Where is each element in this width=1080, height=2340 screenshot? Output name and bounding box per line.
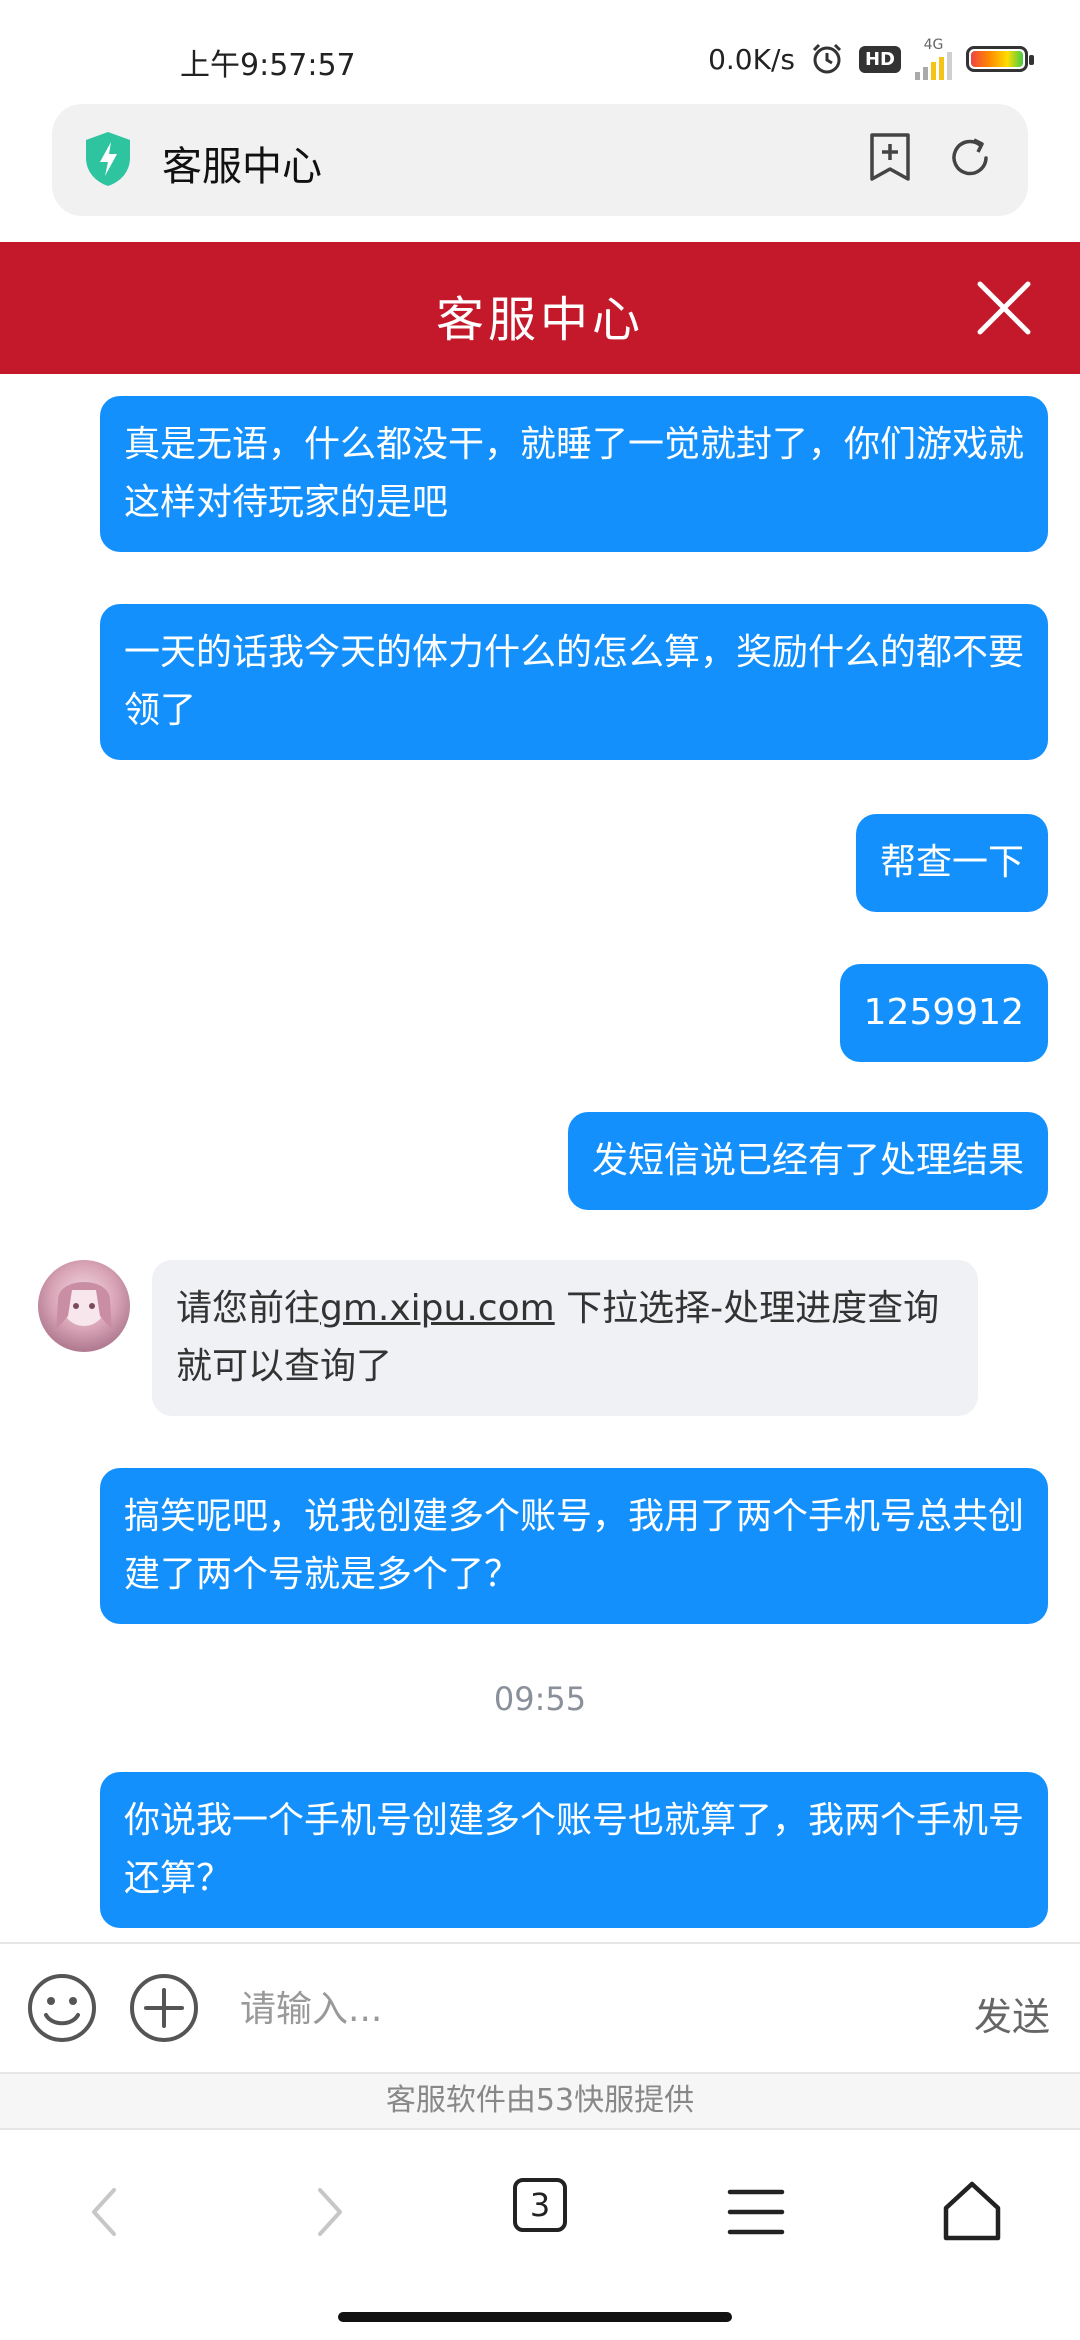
address-bar[interactable]: 客服中心 <box>52 104 1028 216</box>
add-bookmark-icon[interactable] <box>867 132 913 182</box>
powered-by-text: 客服软件由53快服提供 <box>0 2072 1080 2130</box>
menu-icon[interactable] <box>716 2172 796 2252</box>
message-text: 真是无语，什么都没干，就睡了一觉就封了，你们游戏就这样对待玩家的是吧 <box>124 424 1025 523</box>
net-speed: 0.0K/s <box>708 42 795 76</box>
tab-count-button[interactable]: 3 <box>513 2178 567 2232</box>
emoji-icon[interactable] <box>26 1972 98 2044</box>
forward-icon[interactable] <box>288 2172 368 2252</box>
message-text: 帮查一下 <box>879 842 1024 883</box>
message-text: 请您前往 <box>176 1288 321 1329</box>
user-message: 一天的话我今天的体力什么的怎么算，奖励什么的都不要领了 <box>100 604 1048 760</box>
input-bar: 发送 <box>0 1942 1080 2072</box>
user-message: 帮查一下 <box>855 814 1048 912</box>
home-icon[interactable] <box>932 2172 1012 2252</box>
status-bar: 上午9:57:57 0.0K/s HD 4G <box>0 0 1080 100</box>
message-text: 搞笑呢吧，说我创建多个账号，我用了两个手机号总共创建了两个号就是多个了？ <box>124 1496 1025 1595</box>
hd-badge: HD <box>858 45 901 73</box>
message-timestamp: 09:55 <box>493 1680 587 1718</box>
message-text: 你说我一个手机号创建多个账号也就算了，我两个手机号还算？ <box>124 1800 1025 1899</box>
battery-icon <box>966 46 1034 72</box>
agent-message: 请您前往gm.xipu.com 下拉选择-处理进度查询就可以查询了 <box>152 1260 978 1416</box>
alarm-icon <box>812 43 842 74</box>
shield-icon <box>86 132 130 186</box>
chat-header-title: 客服中心 <box>435 292 644 348</box>
message-input[interactable] <box>238 1974 938 2044</box>
page-title: 客服中心 <box>162 144 322 190</box>
close-icon[interactable] <box>968 272 1040 344</box>
status-icons: 0.0K/s HD 4G <box>708 38 1034 80</box>
signal-icon: 4G <box>915 38 952 80</box>
home-indicator[interactable] <box>338 2312 732 2322</box>
avatar-illustration <box>56 1282 112 1330</box>
back-icon[interactable] <box>66 2172 146 2252</box>
user-message: 1259912 <box>839 964 1048 1062</box>
status-time: 上午9:57:57 <box>180 48 356 83</box>
user-message: 真是无语，什么都没干，就睡了一觉就封了，你们游戏就这样对待玩家的是吧 <box>100 396 1048 552</box>
message-text: 1259912 <box>863 992 1024 1033</box>
reload-icon[interactable] <box>944 132 996 184</box>
network-type: 4G <box>923 37 944 53</box>
add-attachment-icon[interactable] <box>128 1972 200 2044</box>
user-message: 搞笑呢吧，说我创建多个账号，我用了两个手机号总共创建了两个号就是多个了？ <box>100 1468 1048 1624</box>
agent-avatar <box>38 1260 130 1352</box>
user-message: 发短信说已经有了处理结果 <box>567 1112 1048 1210</box>
send-button[interactable]: 发送 <box>974 1986 1050 2041</box>
chat-header: 客服中心 <box>0 242 1080 374</box>
message-text: 发短信说已经有了处理结果 <box>591 1140 1024 1181</box>
user-message: 你说我一个手机号创建多个账号也就算了，我两个手机号还算？ <box>100 1772 1048 1928</box>
support-link[interactable]: gm.xipu.com <box>320 1288 555 1329</box>
message-text: 一天的话我今天的体力什么的怎么算，奖励什么的都不要领了 <box>124 632 1025 731</box>
